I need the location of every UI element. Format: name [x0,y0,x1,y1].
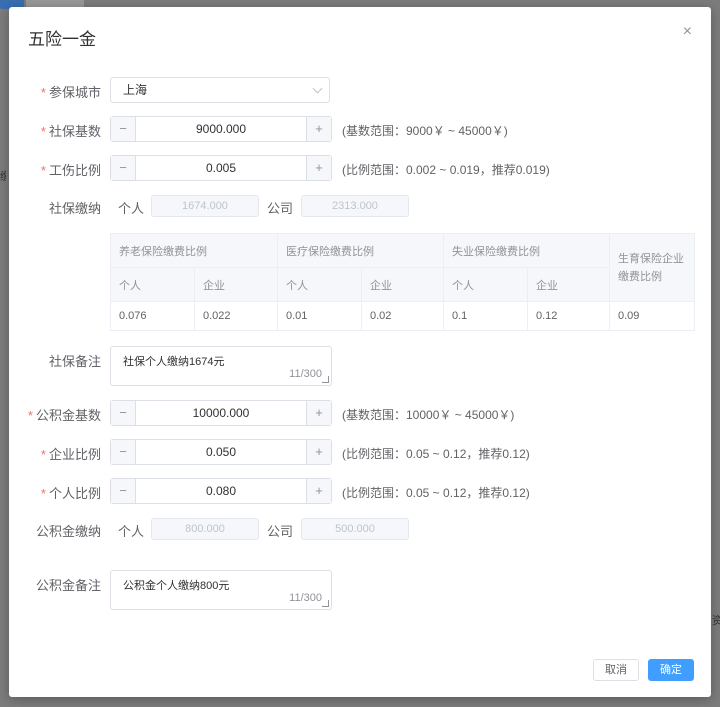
fund-base-input[interactable]: 10000.000 [135,401,307,425]
dialog-title: 五险一金 [28,30,96,49]
social-base-hint: (基数范围：9000￥ ~ 45000￥) [342,124,508,138]
fund-company-amount: 500.000 [301,518,409,540]
resize-handle[interactable] [322,376,329,383]
required-mark: * [40,486,46,501]
close-icon[interactable]: × [683,23,692,41]
social-base-input[interactable]: 9000.000 [135,117,307,141]
fund-base-stepper[interactable]: − 10000.000 + [110,400,332,426]
table-cell: 0.12 [527,301,610,331]
decrement-button[interactable]: − [111,440,136,464]
table-cell: 0.02 [361,301,444,331]
company-ratio-input[interactable]: 0.050 [135,440,307,464]
confirm-button[interactable]: 确定 [648,659,694,681]
social-company-label: 公司 [267,201,294,216]
decrement-button[interactable]: − [111,479,136,503]
injury-ratio-hint: (比例范围：0.002 ~ 0.019，推荐0.019) [342,163,550,177]
decrement-button[interactable]: − [111,401,136,425]
resize-handle[interactable] [322,600,329,607]
column-subheader: 企业 [361,267,444,302]
cancel-button[interactable]: 取消 [593,659,639,681]
personal-ratio-stepper[interactable]: − 0.080 + [110,478,332,504]
column-subheader: 企业 [527,267,610,302]
background-text: 资 [712,615,720,627]
company-ratio-hint: (比例范围：0.05 ~ 0.12，推荐0.12) [342,447,530,461]
background-text: 缴 [0,171,6,183]
column-subheader: 个人 [277,267,362,302]
column-subheader: 个人 [110,267,195,302]
injury-ratio-input[interactable]: 0.005 [135,156,307,180]
required-mark: * [40,163,46,178]
table-cell: 0.076 [110,301,195,331]
decrement-button[interactable]: − [111,117,136,141]
fund-personal-label: 个人 [118,524,145,539]
social-base-label: * 社保基数 [40,124,101,139]
injury-ratio-label: * 工伤比例 [40,163,101,178]
increment-button[interactable]: + [306,117,331,141]
decrement-button[interactable]: − [111,156,136,180]
char-counter: 11/300 [289,592,322,604]
increment-button[interactable]: + [306,401,331,425]
fund-note-text: 公积金个人缴纳800元 [123,580,230,592]
social-note-textarea[interactable]: 社保个人缴纳1674元 11/300 [110,346,332,386]
insurance-dialog: 五险一金 × * 参保城市 上海 * 社保基数 − 9000.000 + (基数范围… [9,7,711,697]
table-subheader-row: 个人 企业 个人 企业 个人 企业 [110,267,695,302]
required-mark: * [40,124,46,139]
char-counter: 11/300 [289,368,322,380]
required-mark: * [40,85,46,100]
required-mark: * [27,408,33,423]
company-ratio-label: * 企业比例 [40,447,101,462]
column-header: 养老保险缴费比例 [110,233,278,268]
table-header-row: 养老保险缴费比例 医疗保险缴费比例 失业保险缴费比例 生育保险企业缴费比例 [110,233,695,302]
table-cell: 0.01 [277,301,362,331]
column-subheader: 企业 [194,267,278,302]
column-subheader: 个人 [443,267,528,302]
column-header: 失业保险缴费比例 [443,233,610,268]
social-personal-label: 个人 [118,201,145,216]
table-cell: 0.1 [443,301,528,331]
contribution-rates-table: 养老保险缴费比例 医疗保险缴费比例 失业保险缴费比例 生育保险企业缴费比例 个人… [110,233,695,331]
fund-base-hint: (基数范围：10000￥ ~ 45000￥) [342,408,515,422]
required-mark: * [40,447,46,462]
social-personal-amount: 1674.000 [151,195,259,217]
fund-company-label: 公司 [267,524,294,539]
column-header: 生育保险企业缴费比例 [609,233,695,302]
personal-ratio-input[interactable]: 0.080 [135,479,307,503]
table-row: 0.076 0.022 0.01 0.02 0.1 0.12 0.09 [110,301,695,331]
personal-ratio-label: * 个人比例 [40,486,101,501]
social-note-text: 社保个人缴纳1674元 [123,356,225,368]
social-company-amount: 2313.000 [301,195,409,217]
social-note-label: 社保备注 [48,354,101,369]
personal-ratio-hint: (比例范围：0.05 ~ 0.12，推荐0.12) [342,486,530,500]
increment-button[interactable]: + [306,479,331,503]
table-cell: 0.09 [609,301,695,331]
increment-button[interactable]: + [306,156,331,180]
column-header: 医疗保险缴费比例 [277,233,444,268]
increment-button[interactable]: + [306,440,331,464]
chevron-down-icon [312,83,323,94]
city-select[interactable]: 上海 [110,77,330,103]
city-value: 上海 [123,83,148,97]
injury-ratio-stepper[interactable]: − 0.005 + [110,155,332,181]
fund-note-textarea[interactable]: 公积金个人缴纳800元 11/300 [110,570,332,610]
company-ratio-stepper[interactable]: − 0.050 + [110,439,332,465]
social-base-stepper[interactable]: − 9000.000 + [110,116,332,142]
fund-note-label: 公积金备注 [35,578,101,593]
fund-pay-label: 公积金缴纳 [35,524,101,539]
social-pay-label: 社保缴纳 [48,201,101,216]
table-cell: 0.022 [194,301,278,331]
fund-personal-amount: 800.000 [151,518,259,540]
city-label: * 参保城市 [40,85,101,100]
fund-base-label: * 公积金基数 [27,408,101,423]
